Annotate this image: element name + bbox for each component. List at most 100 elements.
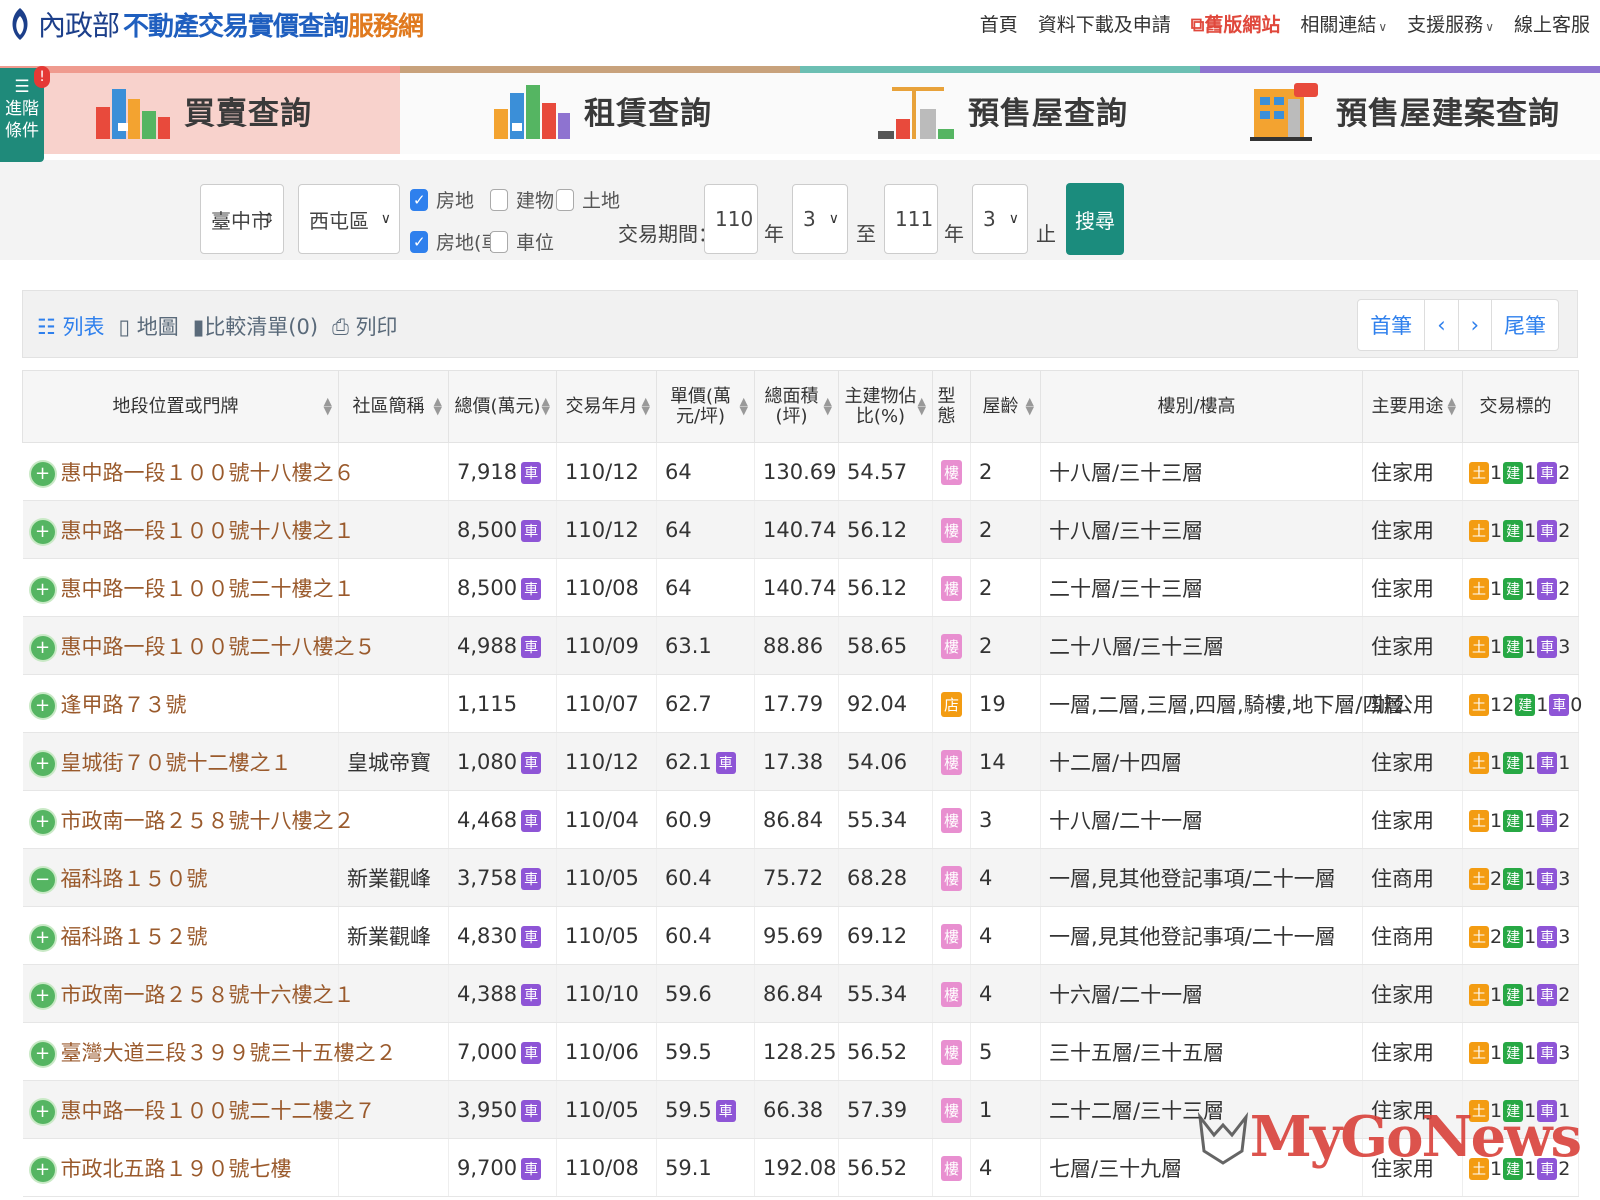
- col-area[interactable]: 總面積(坪) ▲ ▼: [754, 370, 839, 443]
- type-building[interactable]: 建物: [490, 186, 554, 213]
- address-link[interactable]: 逢甲路７３號: [61, 693, 187, 717]
- to-year-input[interactable]: 111: [884, 184, 938, 254]
- col-unit-price[interactable]: 單價(萬元/坪) ▲ ▼: [656, 370, 755, 443]
- checkbox-checked[interactable]: [410, 188, 428, 211]
- col-community[interactable]: 社區簡稱 ▲ ▼: [338, 370, 449, 443]
- cell-address[interactable]: + 市政北五路１９０號七樓: [22, 1138, 339, 1197]
- expand-icon[interactable]: +: [30, 519, 55, 544]
- col-date[interactable]: 交易年月 ▲ ▼: [556, 370, 657, 443]
- address-link[interactable]: 市政南一路２５８號十八樓之２: [61, 809, 355, 833]
- cell-address[interactable]: + 惠中路一段１００號十八樓之１: [22, 500, 355, 559]
- checkbox[interactable]: [490, 230, 508, 253]
- address-link[interactable]: 皇城街７０號十二樓之１: [61, 751, 292, 775]
- expand-icon[interactable]: +: [30, 751, 55, 776]
- nav-download[interactable]: 資料下載及申請: [1038, 10, 1171, 37]
- type-house-land[interactable]: 房地: [410, 186, 474, 213]
- table-row[interactable]: + 惠中路一段１００號十八樓之６ 7,918 車 110/12 64 130.69 54.57…: [22, 442, 1579, 501]
- expand-icon[interactable]: +: [30, 693, 55, 718]
- cell-address[interactable]: + 惠中路一段１００號二十八樓之５: [22, 616, 376, 675]
- city-select[interactable]: 臺中市 ⇕: [200, 184, 284, 254]
- expand-icon[interactable]: +: [30, 809, 55, 834]
- address-link[interactable]: 惠中路一段１００號十八樓之１: [61, 519, 355, 543]
- sort-icon[interactable]: ▲ ▼: [1448, 396, 1456, 416]
- to-month-select[interactable]: 3 ∨: [972, 184, 1028, 254]
- cell-address[interactable]: + 逢甲路７３號: [22, 674, 339, 733]
- expand-icon[interactable]: +: [30, 925, 55, 950]
- advanced-filter-button[interactable]: ☰ 進階 條件 !: [0, 66, 50, 162]
- sort-icon[interactable]: ▲ ▼: [324, 396, 332, 416]
- expand-icon[interactable]: +: [30, 1157, 55, 1182]
- table-row[interactable]: + 逢甲路７３號 1,115 110/07 62.7 17.79 92.04 店 19 一層,二層…: [22, 674, 1582, 733]
- table-row[interactable]: + 市政南一路２５８號十八樓之２ 4,468 車 110/04 60.9 86.84 55.3…: [22, 790, 1579, 849]
- address-link[interactable]: 市政南一路２５８號十六樓之１: [61, 983, 355, 1007]
- sort-icon[interactable]: ▲ ▼: [918, 396, 926, 416]
- sort-icon[interactable]: ▲ ▼: [642, 396, 650, 416]
- address-link[interactable]: 惠中路一段１００號二十八樓之５: [61, 635, 376, 659]
- cell-address[interactable]: + 惠中路一段１００號二十樓之１: [22, 558, 355, 617]
- expand-icon[interactable]: −: [30, 867, 55, 892]
- next-page-button[interactable]: ›: [1459, 300, 1492, 350]
- table-row[interactable]: − 福科路１５０號 新業觀峰 3,758 車 110/05 60.4 75.72 68.28 樓 4…: [22, 848, 1579, 907]
- col-main-ratio[interactable]: 主建物佔比(%) ▲ ▼: [838, 370, 933, 443]
- col-total-price[interactable]: 總價(萬元) ▲ ▼: [448, 370, 557, 443]
- table-row[interactable]: + 市政南一路２５８號十六樓之１ 4,388 車 110/10 59.6 86.84 55.3…: [22, 964, 1579, 1023]
- address-link[interactable]: 惠中路一段１００號十八樓之６: [61, 461, 355, 485]
- table-row[interactable]: + 惠中路一段１００號二十樓之１ 8,500 車 110/08 64 140.74 56.12…: [22, 558, 1579, 617]
- expand-icon[interactable]: +: [30, 1099, 55, 1124]
- compare-list-button[interactable]: ▮比較清單(0): [193, 311, 318, 341]
- address-link[interactable]: 惠中路一段１００號二十樓之１: [61, 577, 355, 601]
- tab-rent[interactable]: 租賃查詢: [400, 66, 800, 154]
- cell-address[interactable]: + 市政南一路２５８號十六樓之１: [22, 964, 355, 1023]
- address-link[interactable]: 惠中路一段１００號二十二樓之７: [61, 1099, 376, 1123]
- sort-icon[interactable]: ▲ ▼: [824, 396, 832, 416]
- expand-icon[interactable]: +: [30, 983, 55, 1008]
- prev-page-button[interactable]: ‹: [1425, 300, 1459, 350]
- tab-sale[interactable]: 買賣查詢: [0, 66, 400, 154]
- type-parking[interactable]: 車位: [490, 228, 554, 255]
- table-row[interactable]: + 皇城街７０號十二樓之１ 皇城帝寶 1,080 車 110/12 62.1 車 17.38 54…: [22, 732, 1579, 791]
- checkbox[interactable]: [490, 188, 508, 211]
- address-link[interactable]: 市政北五路１９０號七樓: [61, 1157, 292, 1181]
- cell-address[interactable]: + 福科路１５２號: [22, 906, 339, 965]
- col-usage[interactable]: 主要用途 ▲ ▼: [1362, 370, 1463, 443]
- cell-address[interactable]: + 臺灣大道三段３９９號三十五樓之２: [22, 1022, 397, 1081]
- expand-icon[interactable]: +: [30, 461, 55, 486]
- expand-icon[interactable]: +: [30, 577, 55, 602]
- table-row[interactable]: + 惠中路一段１００號二十八樓之５ 4,988 車 110/09 63.1 88.86 58.…: [22, 616, 1579, 675]
- cell-address[interactable]: + 惠中路一段１００號十八樓之６: [22, 442, 355, 501]
- first-page-button[interactable]: 首筆: [1358, 300, 1426, 350]
- expand-icon[interactable]: +: [30, 1041, 55, 1066]
- address-link[interactable]: 臺灣大道三段３９９號三十五樓之２: [61, 1041, 397, 1065]
- type-land[interactable]: 土地: [556, 186, 620, 213]
- nav-home[interactable]: 首頁: [980, 10, 1018, 37]
- cell-address[interactable]: − 福科路１５０號: [22, 848, 339, 907]
- tab-presale[interactable]: 預售屋查詢: [800, 66, 1200, 154]
- nav-online-service[interactable]: 線上客服: [1514, 10, 1590, 37]
- print-button[interactable]: ⎙ 列印: [332, 311, 397, 341]
- from-year-input[interactable]: 110: [704, 184, 758, 254]
- address-link[interactable]: 福科路１５０號: [61, 867, 208, 891]
- sort-icon[interactable]: ▲ ▼: [1026, 396, 1034, 416]
- col-age[interactable]: 屋齡 ▲ ▼: [970, 370, 1041, 443]
- checkbox[interactable]: [556, 188, 574, 211]
- last-page-button[interactable]: 尾筆: [1492, 300, 1558, 350]
- view-map-button[interactable]: ▯ 地圖: [119, 311, 179, 341]
- cell-address[interactable]: + 市政南一路２５８號十八樓之２: [22, 790, 355, 849]
- table-row[interactable]: + 福科路１５２號 新業觀峰 4,830 車 110/05 60.4 95.69 69.12 樓 4…: [22, 906, 1579, 965]
- sort-icon[interactable]: ▲ ▼: [542, 396, 550, 416]
- view-list-button[interactable]: ☷ 列表: [37, 311, 105, 341]
- expand-icon[interactable]: +: [30, 635, 55, 660]
- cell-address[interactable]: + 皇城街７０號十二樓之１: [22, 732, 339, 791]
- nav-support[interactable]: 支援服務 ∨: [1407, 10, 1494, 37]
- search-button[interactable]: 搜尋: [1066, 183, 1124, 255]
- col-address[interactable]: 地段位置或門牌 ▲ ▼: [22, 370, 339, 443]
- cell-address[interactable]: + 惠中路一段１００號二十二樓之７: [22, 1080, 376, 1139]
- sort-icon[interactable]: ▲ ▼: [740, 396, 748, 416]
- address-link[interactable]: 福科路１５２號: [61, 925, 208, 949]
- site-logo[interactable]: 內政部 不動產交易實價查詢 服務網: [6, 2, 424, 46]
- table-row[interactable]: + 臺灣大道三段３９９號三十五樓之２ 7,000 車 110/06 59.5 128.25 5…: [22, 1022, 1579, 1081]
- nav-links[interactable]: 相關連結 ∨: [1300, 10, 1387, 37]
- district-select[interactable]: 西屯區 ∨: [298, 184, 400, 254]
- table-row[interactable]: + 惠中路一段１００號十八樓之１ 8,500 車 110/12 64 140.74 56.12…: [22, 500, 1579, 559]
- checkbox-checked[interactable]: [410, 230, 428, 253]
